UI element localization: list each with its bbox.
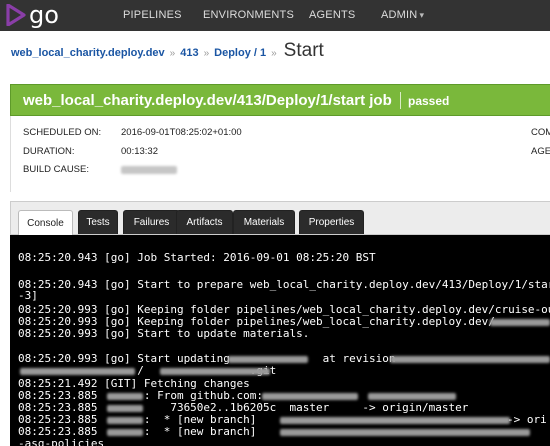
console-redacted bbox=[390, 356, 550, 363]
console-redacted bbox=[280, 429, 530, 436]
console-output[interactable]: 08:25:20.943 [go] Job Started: 2016-09-0… bbox=[10, 235, 550, 446]
header-divider bbox=[400, 92, 401, 109]
brand-name: go bbox=[29, 1, 59, 29]
console-redacted bbox=[262, 393, 358, 400]
console-line: 08:25:20.993 [go] Keeping folder pipelin… bbox=[18, 315, 495, 328]
console-line: 08:25:20.993 [go] Keeping folder pipelin… bbox=[18, 303, 550, 316]
scheduled-on-value: 2016-09-01T08:25:02+01:00 bbox=[121, 127, 242, 138]
console-redacted bbox=[228, 356, 308, 363]
chevron-down-icon: ▾ bbox=[419, 10, 425, 20]
console-redacted bbox=[368, 393, 456, 400]
console-redacted bbox=[280, 417, 510, 424]
top-navigation-bar: go PIPELINES ENVIRONMENTS AGENTS ADMIN ▾ bbox=[0, 0, 550, 31]
tab-console[interactable]: Console bbox=[18, 210, 73, 235]
agent-label: AGE bbox=[531, 146, 550, 157]
breadcrumb-separator: » bbox=[271, 48, 277, 59]
console-line: 08:25:21.492 [GIT] Fetching changes bbox=[18, 377, 250, 390]
tab-failures[interactable]: Failures bbox=[123, 210, 180, 234]
console-line: 08:25:20.943 [go] Job Started: 2016-09-0… bbox=[18, 251, 376, 264]
breadcrumb-separator: » bbox=[169, 48, 176, 59]
job-info-panel: SCHEDULED ON: 2016-09-01T08:25:02+01:00 … bbox=[10, 116, 550, 192]
console-redacted bbox=[160, 368, 270, 375]
go-logo[interactable]: go bbox=[6, 1, 59, 29]
nav-agents[interactable]: AGENTS bbox=[309, 9, 355, 21]
scheduled-on-label: SCHEDULED ON: bbox=[23, 127, 102, 138]
breadcrumb-counter-link[interactable]: 413 bbox=[180, 47, 198, 59]
console-line: 08:25:23.885 73650e2..1b6205c master -> … bbox=[18, 401, 469, 414]
tab-materials[interactable]: Materials bbox=[233, 210, 295, 234]
console-line: -asg-policies bbox=[18, 437, 105, 446]
console-redacted bbox=[490, 319, 550, 326]
nav-admin-label: ADMIN bbox=[381, 9, 418, 21]
console-line: 08:25:20.993 [go] Start to update materi… bbox=[18, 327, 310, 340]
console-line: -3] bbox=[18, 289, 38, 302]
build-cause-redacted bbox=[121, 166, 177, 174]
console-redacted bbox=[107, 393, 143, 400]
status-badge: passed bbox=[408, 94, 450, 108]
breadcrumb-separator: » bbox=[203, 48, 210, 59]
nav-pipelines[interactable]: PIPELINES bbox=[123, 9, 182, 21]
console-line-tail: -> ori bbox=[507, 413, 547, 426]
console-line: 08:25:20.943 [go] Start to prepare web_l… bbox=[18, 278, 550, 291]
breadcrumb-stage-link[interactable]: Deploy / 1 bbox=[214, 47, 266, 59]
tab-tests[interactable]: Tests bbox=[78, 210, 118, 234]
tab-properties[interactable]: Properties bbox=[299, 210, 364, 234]
duration-value: 00:13:32 bbox=[121, 146, 158, 157]
console-line: 08:25:20.993 [go] Start updating at revi… bbox=[18, 352, 396, 365]
job-status-header: web_local_charity.deploy.dev/413/Deploy/… bbox=[10, 84, 550, 116]
breadcrumb: web_local_charity.deploy.dev » 413 » Dep… bbox=[11, 40, 324, 62]
duration-label: DURATION: bbox=[23, 146, 75, 157]
build-cause-label: BUILD CAUSE: bbox=[23, 164, 89, 175]
page-title: Start bbox=[283, 40, 324, 61]
nav-admin[interactable]: ADMIN ▾ bbox=[381, 9, 424, 21]
console-redacted bbox=[107, 417, 143, 424]
console-redacted bbox=[107, 405, 143, 412]
completed-label: COM bbox=[531, 127, 550, 138]
job-title: web_local_charity.deploy.dev/413/Deploy/… bbox=[23, 92, 392, 109]
breadcrumb-pipeline-link[interactable]: web_local_charity.deploy.dev bbox=[11, 47, 165, 59]
job-tabs: Console Tests Failures Artifacts Materia… bbox=[10, 201, 550, 235]
console-redacted bbox=[20, 368, 135, 375]
go-play-icon bbox=[6, 4, 26, 26]
console-redacted bbox=[107, 429, 143, 436]
tab-artifacts[interactable]: Artifacts bbox=[176, 210, 233, 234]
nav-environments[interactable]: ENVIRONMENTS bbox=[203, 9, 294, 21]
